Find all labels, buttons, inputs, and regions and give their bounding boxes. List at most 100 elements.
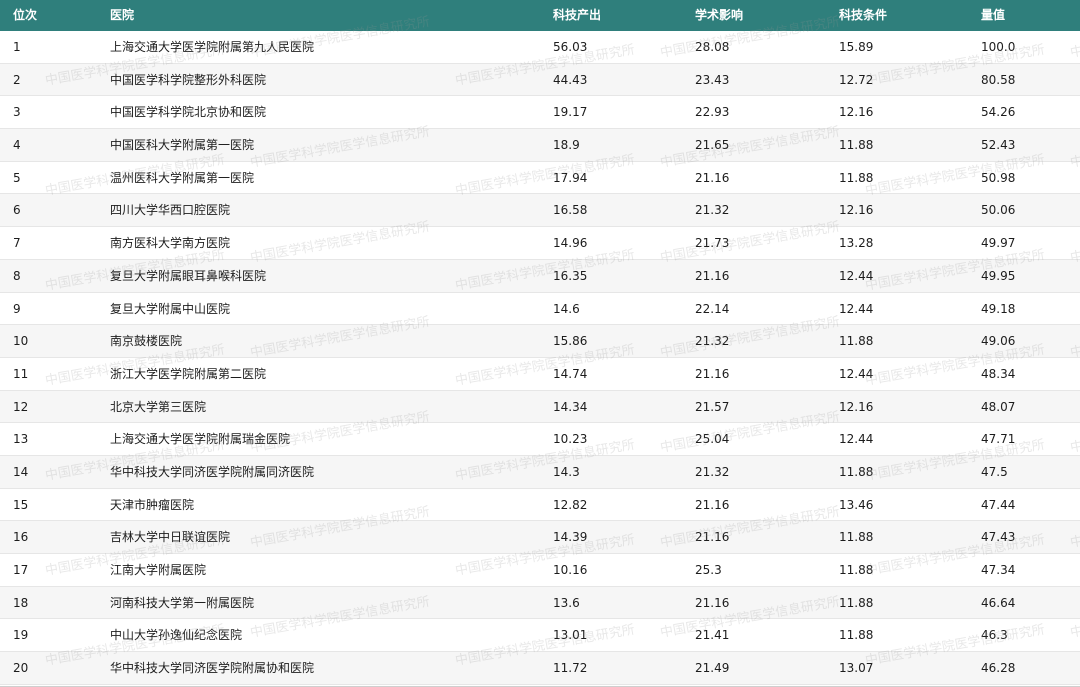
cell-score: 46.3 xyxy=(981,628,1008,643)
cell-score: 54.26 xyxy=(981,105,1016,120)
cell-academic-impact: 21.32 xyxy=(695,464,730,479)
table-row: 3 中国医学科学院北京协和医院 19.17 22.93 12.16 54.26 xyxy=(0,96,1080,130)
cell-score: 52.43 xyxy=(981,138,1016,153)
cell-sci-conditions: 12.72 xyxy=(839,72,874,87)
cell-sci-conditions: 12.16 xyxy=(839,203,874,218)
cell-academic-impact: 21.32 xyxy=(695,203,730,218)
header-sci-conditions: 科技条件 xyxy=(839,8,888,22)
cell-rank: 17 xyxy=(13,563,29,577)
table-row: 8 复旦大学附属眼耳鼻喉科医院 16.35 21.16 12.44 49.95 xyxy=(0,259,1080,293)
cell-academic-impact: 21.57 xyxy=(695,399,730,414)
cell-sci-output: 44.43 xyxy=(553,72,588,87)
table-body: 1 上海交通大学医学院附属第九人民医院 56.03 28.08 15.89 100.0 2 中… xyxy=(0,31,1080,685)
table-row: 15 天津市肿瘤医院 12.82 21.16 13.46 47.44 xyxy=(0,488,1080,522)
cell-hospital: 江南大学附属医院 xyxy=(110,563,207,577)
cell-hospital: 浙江大学医学院附属第二医院 xyxy=(110,366,267,381)
table-row: 7 南方医科大学南方医院 14.96 21.73 13.28 49.97 xyxy=(0,227,1080,260)
cell-score: 50.98 xyxy=(981,170,1016,185)
cell-score: 47.5 xyxy=(981,464,1008,479)
ranking-table: 位次 医院 科技产出 学术影响 科技条件 量值 1 上海交通大学医学院附属第九人民… xyxy=(0,0,1080,687)
cell-sci-output: 11.72 xyxy=(553,661,588,676)
cell-score: 48.07 xyxy=(981,399,1016,414)
cell-score: 80.58 xyxy=(981,72,1016,87)
cell-sci-conditions: 11.88 xyxy=(839,464,874,479)
table-row: 12 北京大学第三医院 14.34 21.57 12.16 48.07 xyxy=(0,390,1080,424)
cell-sci-output: 14.74 xyxy=(553,366,588,381)
cell-sci-conditions: 12.16 xyxy=(839,105,874,120)
table-row: 4 中国医科大学附属第一医院 18.9 21.65 11.88 52.43 xyxy=(0,129,1080,162)
table-row: 18 河南科技大学第一附属医院 13.6 21.16 11.88 46.64 xyxy=(0,586,1080,620)
table-row: 11 浙江大学医学院附属第二医院 14.74 21.16 12.44 48.34 xyxy=(0,357,1080,391)
table-row: 16 吉林大学中日联谊医院 14.39 21.16 11.88 47.43 xyxy=(0,521,1080,554)
cell-sci-conditions: 12.44 xyxy=(839,268,874,283)
cell-sci-output: 12.82 xyxy=(553,497,588,512)
cell-rank: 12 xyxy=(13,399,29,414)
cell-hospital: 中国医学科学院北京协和医院 xyxy=(110,105,267,120)
cell-sci-conditions: 13.28 xyxy=(839,236,874,251)
cell-score: 49.97 xyxy=(981,236,1016,251)
table-row: 17 江南大学附属医院 10.16 25.3 11.88 47.34 xyxy=(0,554,1080,587)
cell-rank: 7 xyxy=(13,236,21,251)
cell-sci-conditions: 11.88 xyxy=(839,138,874,153)
table-row: 10 南京鼓楼医院 15.86 21.32 11.88 49.06 xyxy=(0,325,1080,358)
cell-sci-conditions: 11.88 xyxy=(839,170,874,185)
header-rank: 位次 xyxy=(13,8,38,22)
cell-sci-conditions: 13.46 xyxy=(839,497,874,512)
cell-score: 47.44 xyxy=(981,497,1016,512)
cell-hospital: 上海交通大学医学院附属瑞金医院 xyxy=(110,432,291,447)
cell-hospital: 四川大学华西口腔医院 xyxy=(110,203,231,218)
table-row: 19 中山大学孙逸仙纪念医院 13.01 21.41 11.88 46.3 xyxy=(0,619,1080,653)
cell-sci-conditions: 11.88 xyxy=(839,530,874,545)
cell-academic-impact: 21.65 xyxy=(695,138,730,153)
cell-academic-impact: 21.73 xyxy=(695,236,730,251)
table-row: 13 上海交通大学医学院附属瑞金医院 10.23 25.04 12.44 47.71 xyxy=(0,423,1080,456)
cell-rank: 10 xyxy=(13,334,29,349)
header-sci-output: 科技产出 xyxy=(553,8,602,22)
cell-hospital: 上海交通大学医学院附属第九人民医院 xyxy=(110,40,315,54)
cell-sci-output: 13.01 xyxy=(553,628,588,643)
cell-academic-impact: 23.43 xyxy=(695,72,730,87)
cell-score: 100.0 xyxy=(981,40,1016,54)
cell-rank: 2 xyxy=(13,72,21,87)
cell-sci-conditions: 15.89 xyxy=(839,40,874,54)
cell-sci-output: 15.86 xyxy=(553,334,588,349)
cell-sci-output: 14.34 xyxy=(553,399,588,414)
cell-hospital: 中山大学孙逸仙纪念医院 xyxy=(110,628,243,643)
cell-academic-impact: 22.93 xyxy=(695,105,730,120)
cell-sci-output: 13.6 xyxy=(553,595,580,610)
cell-academic-impact: 21.41 xyxy=(695,628,730,643)
cell-academic-impact: 22.14 xyxy=(695,301,730,316)
table-row: 14 华中科技大学同济医学院附属同济医院 14.3 21.32 11.88 47.5 xyxy=(0,455,1080,489)
cell-hospital: 中国医科大学附属第一医院 xyxy=(110,138,255,153)
cell-hospital: 复旦大学附属中山医院 xyxy=(110,301,231,316)
cell-sci-output: 14.39 xyxy=(553,530,588,545)
cell-academic-impact: 21.16 xyxy=(695,595,730,610)
cell-hospital: 天津市肿瘤医院 xyxy=(110,497,195,512)
cell-score: 46.64 xyxy=(981,595,1016,610)
header-academic-impact: 学术影响 xyxy=(695,8,744,22)
table-row: 6 四川大学华西口腔医院 16.58 21.32 12.16 50.06 xyxy=(0,194,1080,228)
cell-sci-output: 14.6 xyxy=(553,301,580,316)
cell-sci-conditions: 13.07 xyxy=(839,661,874,676)
cell-rank: 8 xyxy=(13,268,21,283)
cell-rank: 15 xyxy=(13,497,29,512)
cell-academic-impact: 21.16 xyxy=(695,530,730,545)
table-row: 20 华中科技大学同济医学院附属协和医院 11.72 21.49 13.07 46.28 xyxy=(0,652,1080,685)
cell-sci-output: 10.16 xyxy=(553,563,588,577)
cell-rank: 4 xyxy=(13,138,21,153)
cell-rank: 5 xyxy=(13,170,21,185)
cell-academic-impact: 21.32 xyxy=(695,334,730,349)
cell-academic-impact: 21.16 xyxy=(695,497,730,512)
cell-rank: 18 xyxy=(13,595,29,610)
cell-hospital: 温州医科大学附属第一医院 xyxy=(110,170,255,185)
cell-hospital: 复旦大学附属眼耳鼻喉科医院 xyxy=(110,268,267,283)
cell-sci-conditions: 12.44 xyxy=(839,301,874,316)
cell-academic-impact: 21.49 xyxy=(695,661,730,676)
cell-hospital: 南京鼓楼医院 xyxy=(110,334,183,349)
cell-sci-conditions: 12.44 xyxy=(839,366,874,381)
cell-academic-impact: 21.16 xyxy=(695,366,730,381)
cell-rank: 19 xyxy=(13,628,29,643)
cell-sci-conditions: 11.88 xyxy=(839,628,874,643)
cell-sci-conditions: 11.88 xyxy=(839,563,874,577)
cell-sci-output: 14.96 xyxy=(553,236,588,251)
